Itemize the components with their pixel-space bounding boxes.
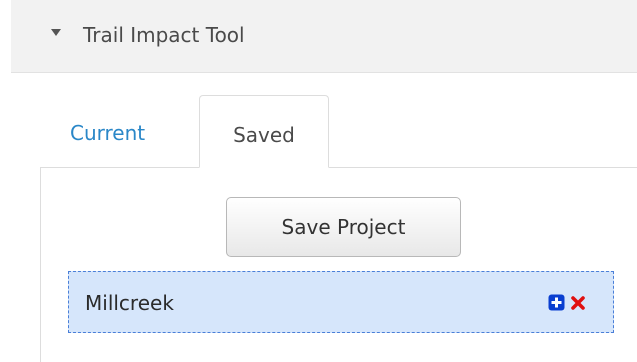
tab-saved-label: Saved xyxy=(233,123,295,147)
remove-icon[interactable] xyxy=(570,295,586,311)
saved-project-row[interactable]: Millcreek xyxy=(68,271,614,333)
add-icon[interactable] xyxy=(548,294,565,311)
panel-header-toggle[interactable]: Trail Impact Tool xyxy=(11,0,637,73)
project-name: Millcreek xyxy=(85,291,174,315)
panel-title: Trail Impact Tool xyxy=(83,23,245,47)
caret-down-icon xyxy=(51,29,61,36)
tab-saved[interactable]: Saved xyxy=(199,95,329,168)
tab-current[interactable]: Current xyxy=(56,108,184,158)
save-project-button[interactable]: Save Project xyxy=(226,197,461,257)
